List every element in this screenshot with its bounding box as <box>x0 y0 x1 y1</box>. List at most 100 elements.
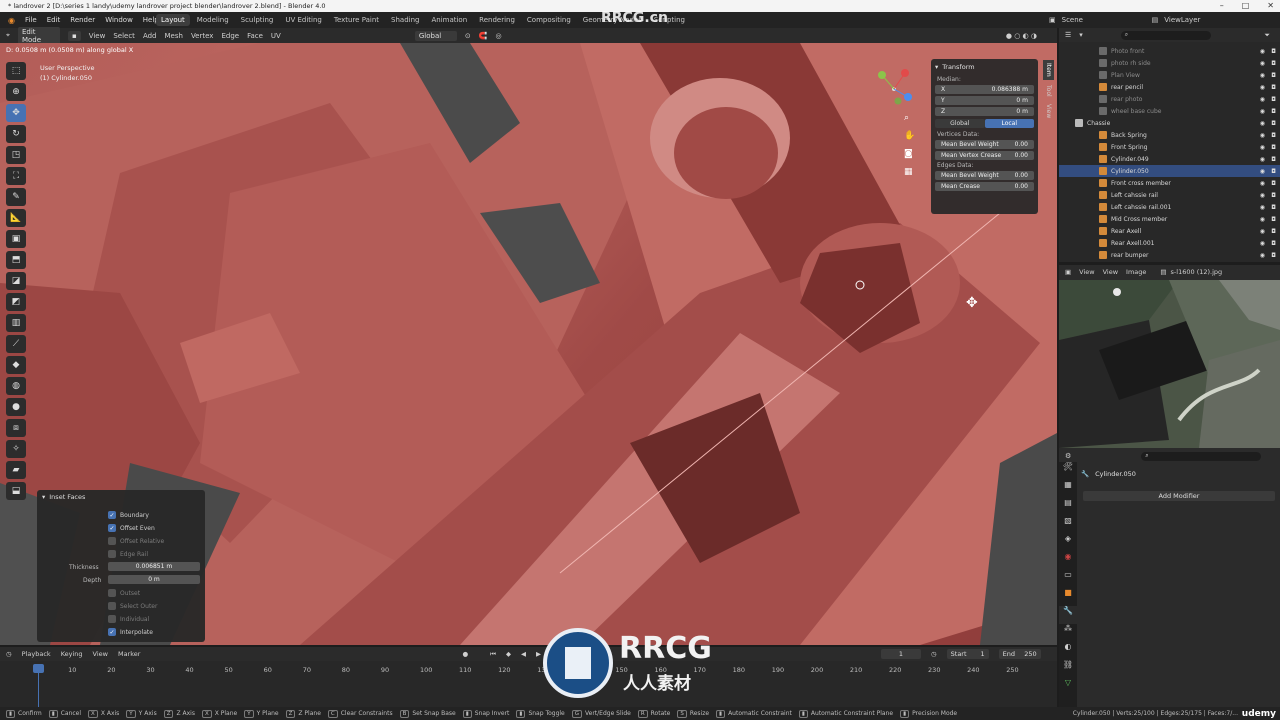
transform-header[interactable]: ▾ Transform <box>935 62 1034 72</box>
prev-key-icon[interactable]: ◆ <box>506 650 511 658</box>
output-tab-icon[interactable]: ▤ <box>1059 498 1077 516</box>
vertex-bevel-weight-field[interactable]: Mean Bevel Weight 0.00 <box>935 140 1034 149</box>
tab-compositing[interactable]: Compositing <box>522 14 576 26</box>
visibility-eye-icon[interactable]: ◉ <box>1260 216 1265 223</box>
image-view-menu[interactable]: View <box>1103 268 1118 276</box>
visibility-eye-icon[interactable]: ◉ <box>1260 84 1265 91</box>
render-camera-icon[interactable]: ◘ <box>1271 156 1276 163</box>
visibility-eye-icon[interactable]: ◉ <box>1260 96 1265 103</box>
edge-bevel-weight-field[interactable]: Mean Bevel Weight 0.00 <box>935 171 1034 180</box>
modifier-tab-icon[interactable]: 🔧 <box>1059 606 1077 624</box>
inset-icon[interactable]: ◪ <box>6 272 26 290</box>
render-camera-icon[interactable]: ◘ <box>1271 192 1276 199</box>
filter-icon[interactable]: ⏷ <box>1264 31 1270 40</box>
outliner-row[interactable]: Left cahssie rail.001 ◉ ◘ <box>1059 201 1280 213</box>
editor-type-icon[interactable]: ⌖ <box>6 31 10 40</box>
edge-crease-field[interactable]: Mean Crease 0.00 <box>935 182 1034 191</box>
reference-photo[interactable] <box>1059 280 1280 448</box>
snap-icon[interactable]: 🧲 <box>479 32 488 40</box>
scene-tab-icon[interactable]: ◈ <box>1059 534 1077 552</box>
outliner-row[interactable]: Left cahssie rail ◉ ◘ <box>1059 189 1280 201</box>
render-camera-icon[interactable]: ◘ <box>1271 216 1276 223</box>
shading-solid-icon[interactable]: ● ○ ◐ ◑ <box>1006 32 1037 40</box>
world-tab-icon[interactable]: ◉ <box>1059 552 1077 570</box>
add-cube-icon[interactable]: ▣ <box>6 230 26 248</box>
annotate-icon[interactable]: ✎ <box>6 188 26 206</box>
properties-search-input[interactable]: ⌕ <box>1141 451 1262 461</box>
image-name-field[interactable]: s-l1600 (12).jpg <box>1171 268 1223 276</box>
maximize-icon[interactable]: □ <box>1242 0 1250 12</box>
menu-window[interactable]: Window <box>105 16 133 24</box>
render-camera-icon[interactable]: ◘ <box>1271 132 1276 139</box>
offset-even-checkbox[interactable]: ✓ Offset Even <box>108 524 155 532</box>
navigation-gizmo[interactable] <box>872 67 920 111</box>
menu-file[interactable]: File <box>25 16 37 24</box>
loop-cut-icon[interactable]: ▥ <box>6 314 26 332</box>
tab-rendering[interactable]: Rendering <box>474 14 520 26</box>
proportional-icon[interactable]: ◎ <box>495 32 501 40</box>
camera-view-icon[interactable]: ◙ <box>904 149 920 167</box>
render-camera-icon[interactable]: ◘ <box>1271 252 1276 259</box>
timeline-editor-icon[interactable]: ◷ <box>6 650 12 658</box>
jump-start-icon[interactable]: ⏮ <box>490 650 496 659</box>
tool-tab-icon[interactable]: 🛠 <box>1059 462 1077 480</box>
outliner-row[interactable]: Chassie ◉ ◘ <box>1059 117 1280 129</box>
outliner-row[interactable]: rear photo ◉ ◘ <box>1059 93 1280 105</box>
uv-menu[interactable]: UV <box>271 32 281 40</box>
outliner-row[interactable]: Cylinder.050 ◉ ◘ <box>1059 165 1280 177</box>
render-camera-icon[interactable]: ◘ <box>1271 204 1276 211</box>
transform-icon[interactable]: ⛶ <box>6 167 26 185</box>
tab-texture-paint[interactable]: Texture Paint <box>329 14 384 26</box>
edge-slide-icon[interactable]: ⧈ <box>6 419 26 437</box>
render-camera-icon[interactable]: ◘ <box>1271 180 1276 187</box>
edge-menu[interactable]: Edge <box>221 32 239 40</box>
tab-uv-editing[interactable]: UV Editing <box>280 14 327 26</box>
playhead[interactable] <box>33 664 44 673</box>
playback-menu[interactable]: Playback <box>22 650 51 658</box>
vertex-crease-field[interactable]: Mean Vertex Crease 0.00 <box>935 151 1034 160</box>
select-box-icon[interactable]: ⬚ <box>6 62 26 80</box>
properties-editor-icon[interactable]: ⚙ <box>1065 452 1071 460</box>
image-view-dropdown[interactable]: View <box>1079 268 1094 276</box>
boundary-checkbox[interactable]: ✓ Boundary <box>108 511 149 519</box>
move-icon[interactable]: ✥ <box>6 104 26 122</box>
outliner-row[interactable]: Cylinder.049 ◉ ◘ <box>1059 153 1280 165</box>
ortho-grid-icon[interactable]: ▦ <box>904 167 920 185</box>
render-camera-icon[interactable]: ◘ <box>1271 108 1276 115</box>
collection-tab-icon[interactable]: ▭ <box>1059 570 1077 588</box>
depth-field[interactable]: 0 m <box>108 575 200 584</box>
thickness-field[interactable]: 0.006851 m <box>108 562 200 571</box>
zoom-icon[interactable]: ⌕ <box>904 113 920 131</box>
visibility-eye-icon[interactable]: ◉ <box>1260 180 1265 187</box>
add-menu[interactable]: Add <box>143 32 157 40</box>
outliner-editor-icon[interactable]: ☰ <box>1065 31 1071 39</box>
mesh-menu[interactable]: Mesh <box>165 32 183 40</box>
knife-icon[interactable]: ⟋ <box>6 335 26 353</box>
record-icon[interactable]: ● <box>462 650 468 658</box>
cursor-icon[interactable]: ⊕ <box>6 83 26 101</box>
median-y-field[interactable]: Y 0 m <box>935 96 1034 105</box>
tab-view[interactable]: View <box>1043 101 1054 121</box>
render-camera-icon[interactable]: ◘ <box>1271 48 1276 55</box>
median-x-field[interactable]: X 0.086388 m <box>935 85 1034 94</box>
bevel-icon[interactable]: ◩ <box>6 293 26 311</box>
constraints-tab-icon[interactable]: ⛓ <box>1059 660 1077 678</box>
individual-checkbox[interactable]: Individual <box>108 615 149 623</box>
rip-icon[interactable]: ⬓ <box>6 482 26 500</box>
outliner-row[interactable]: Rear Axell ◉ ◘ <box>1059 225 1280 237</box>
outset-checkbox[interactable]: Outset <box>108 589 140 597</box>
menu-edit[interactable]: Edit <box>47 16 61 24</box>
extrude-icon[interactable]: ⬒ <box>6 251 26 269</box>
end-frame-field[interactable]: End 250 <box>998 649 1041 659</box>
outliner-row[interactable]: Mid Cross member ◉ ◘ <box>1059 213 1280 225</box>
minimize-icon[interactable]: – <box>1220 0 1224 12</box>
pan-hand-icon[interactable]: ✋ <box>904 131 920 149</box>
select-outer-checkbox[interactable]: Select Outer <box>108 602 157 610</box>
spin-icon[interactable]: ◍ <box>6 377 26 395</box>
outliner-row[interactable]: Photo front ◉ ◘ <box>1059 45 1280 57</box>
interpolate-checkbox[interactable]: ✓ Interpolate <box>108 628 153 636</box>
render-camera-icon[interactable]: ◘ <box>1271 72 1276 79</box>
render-camera-icon[interactable]: ◘ <box>1271 240 1276 247</box>
tab-sculpting[interactable]: Sculpting <box>236 14 279 26</box>
visibility-eye-icon[interactable]: ◉ <box>1260 108 1265 115</box>
